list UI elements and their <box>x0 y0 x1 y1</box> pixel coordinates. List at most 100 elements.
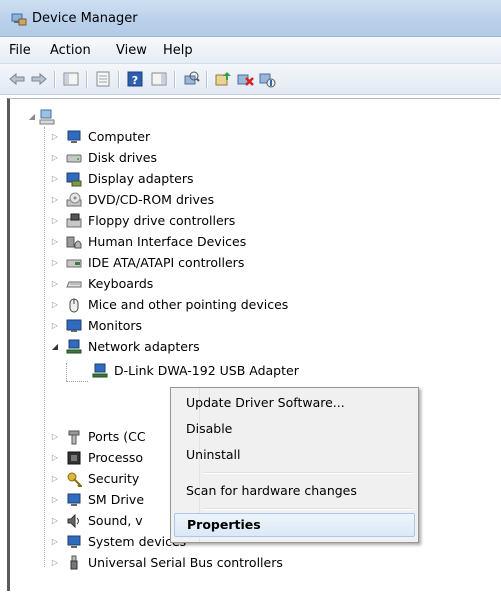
device-manager-icon <box>11 13 27 26</box>
tree-item-label: IDE ATA/ATAPI controllers <box>88 255 245 270</box>
toolbar-separator <box>174 71 175 88</box>
menu-item-label: Uninstall <box>186 447 241 462</box>
expand-arrow-icon[interactable]: ▷ <box>50 149 60 167</box>
toolbar-separator <box>118 71 119 88</box>
ide-controller-icon <box>66 259 82 268</box>
tree-item-label: Ports (CC <box>88 429 146 444</box>
tree-item-keyboards[interactable]: ▷ Keyboards <box>50 275 350 293</box>
expand-arrow-icon[interactable]: ▷ <box>50 233 60 251</box>
expand-arrow-icon[interactable]: ▷ <box>50 491 60 509</box>
tree-item-label: Sound, v <box>88 513 143 528</box>
toolbar: ? <box>0 64 501 95</box>
tree-item-floppy-controllers[interactable]: ▷ Floppy drive controllers <box>50 212 350 230</box>
menu-item-label: Properties <box>187 517 261 532</box>
tree-item-label: Monitors <box>88 318 143 333</box>
tree-item-label: D-Link DWA-192 USB Adapter <box>114 363 299 378</box>
tree-item-display-adapters[interactable]: ▷ Display adapters <box>50 170 350 188</box>
tree-item-label: Network adapters <box>88 339 200 354</box>
network-adapter-icon <box>66 339 82 354</box>
expand-arrow-icon[interactable]: ▷ <box>50 254 60 272</box>
tree-item-label: DVD/CD-ROM drives <box>88 192 215 207</box>
disk-drive-icon <box>66 154 82 163</box>
show-hide-console-tree-icon[interactable] <box>62 70 80 88</box>
expand-arrow-icon[interactable]: ▷ <box>50 296 60 314</box>
expand-arrow-icon[interactable]: ▷ <box>50 449 60 467</box>
menu-separator <box>203 508 413 510</box>
tree-item-label: Floppy drive controllers <box>88 213 236 228</box>
toolbar-separator <box>206 71 207 88</box>
port-icon <box>68 430 80 445</box>
expand-arrow-icon[interactable]: ▷ <box>50 191 60 209</box>
tree-item-label: Display adapters <box>88 171 194 186</box>
usb-icon <box>70 555 78 570</box>
floppy-controller-icon <box>66 213 82 228</box>
tree-guide-line <box>66 363 67 381</box>
uninstall-icon[interactable] <box>236 70 254 88</box>
menu-help[interactable]: Help <box>163 43 193 58</box>
system-device-icon <box>67 535 81 548</box>
expand-arrow-icon[interactable]: ▷ <box>50 533 60 551</box>
action-pane-icon[interactable] <box>150 70 168 88</box>
expand-arrow-icon[interactable]: ▷ <box>50 554 60 572</box>
tree-guide-line <box>66 381 88 382</box>
tree-item-label: SM Drive <box>88 492 145 507</box>
network-adapter-icon <box>92 363 108 378</box>
forward-icon[interactable] <box>30 70 48 88</box>
tree-item-dlink-adapter[interactable]: D-Link DWA-192 USB Adapter <box>76 362 376 380</box>
dvd-drive-icon <box>66 192 82 207</box>
disable-icon[interactable] <box>258 70 276 88</box>
tree-item-usb-controllers[interactable]: ▷ Universal Serial Bus controllers <box>50 554 350 572</box>
tree-item-dvd-drives[interactable]: ▷ DVD/CD-ROM drives <box>50 191 350 209</box>
security-icon <box>67 472 82 487</box>
toolbar-separator <box>86 71 87 88</box>
sm-driver-icon <box>67 493 81 506</box>
expand-arrow-icon[interactable]: ▷ <box>50 170 60 188</box>
collapse-arrow-icon[interactable]: ◢ <box>50 338 60 356</box>
svg-text:?: ? <box>132 74 138 87</box>
menu-item-label: Disable <box>186 421 233 436</box>
tree-item-network-adapters[interactable]: ◢ Network adapters <box>50 338 350 356</box>
properties-menu-item[interactable]: Properties <box>174 513 415 537</box>
expand-arrow-icon[interactable]: ▷ <box>50 428 60 446</box>
expand-arrow-icon[interactable]: ▷ <box>50 212 60 230</box>
tree-item-computer[interactable]: ▷ Computer <box>50 128 350 146</box>
tree-item-mice[interactable]: ▷ Mice and other pointing devices <box>50 296 350 314</box>
properties-icon[interactable] <box>94 70 112 88</box>
hid-icon <box>66 236 82 249</box>
expand-arrow-icon[interactable]: ▷ <box>50 275 60 293</box>
tree-item-monitors[interactable]: ▷ Monitors <box>50 317 350 335</box>
menu-view[interactable]: View <box>116 43 147 58</box>
tree-item-label: Processo <box>88 450 144 465</box>
tree-guide-line <box>44 127 45 567</box>
computer-icon <box>67 130 81 143</box>
update-driver-icon[interactable] <box>214 70 232 88</box>
menu-file[interactable]: File <box>9 43 31 58</box>
back-icon[interactable] <box>8 70 26 88</box>
menu-bar: File Action View Help <box>0 37 501 64</box>
menu-action[interactable]: Action <box>50 43 91 58</box>
scan-hardware-menu-item[interactable]: Scan for hardware changes <box>174 479 413 503</box>
toolbar-separator <box>54 71 55 88</box>
expand-arrow-icon[interactable]: ▷ <box>50 512 60 530</box>
uninstall-menu-item[interactable]: Uninstall <box>174 443 413 467</box>
expand-arrow-icon[interactable]: ▷ <box>50 128 60 146</box>
tree-item-disk-drives[interactable]: ▷ Disk drives <box>50 149 350 167</box>
title-bar: Device Manager <box>0 0 501 37</box>
menu-item-label: Scan for hardware changes <box>186 483 357 498</box>
update-driver-menu-item[interactable]: Update Driver Software... <box>174 391 413 415</box>
tree-item-human-interface-devices[interactable]: ▷ Human Interface Devices <box>50 233 350 251</box>
menu-separator <box>203 472 413 474</box>
sound-icon <box>67 513 79 529</box>
expand-arrow-icon[interactable]: ▷ <box>50 317 60 335</box>
tree-item-ide-controllers[interactable]: ▷ IDE ATA/ATAPI controllers <box>50 254 350 272</box>
help-icon[interactable]: ? <box>126 70 144 88</box>
computer-root-icon <box>39 109 55 125</box>
tree-item-label: Security <box>88 471 140 486</box>
window-title: Device Manager <box>32 11 138 26</box>
scan-hardware-icon[interactable] <box>182 70 200 88</box>
expand-arrow-icon[interactable]: ▷ <box>50 470 60 488</box>
mouse-icon <box>69 298 79 313</box>
disable-menu-item[interactable]: Disable <box>174 417 413 441</box>
collapse-arrow-icon[interactable]: ◢ <box>27 108 37 126</box>
tree-root[interactable]: ◢ <box>27 108 67 126</box>
